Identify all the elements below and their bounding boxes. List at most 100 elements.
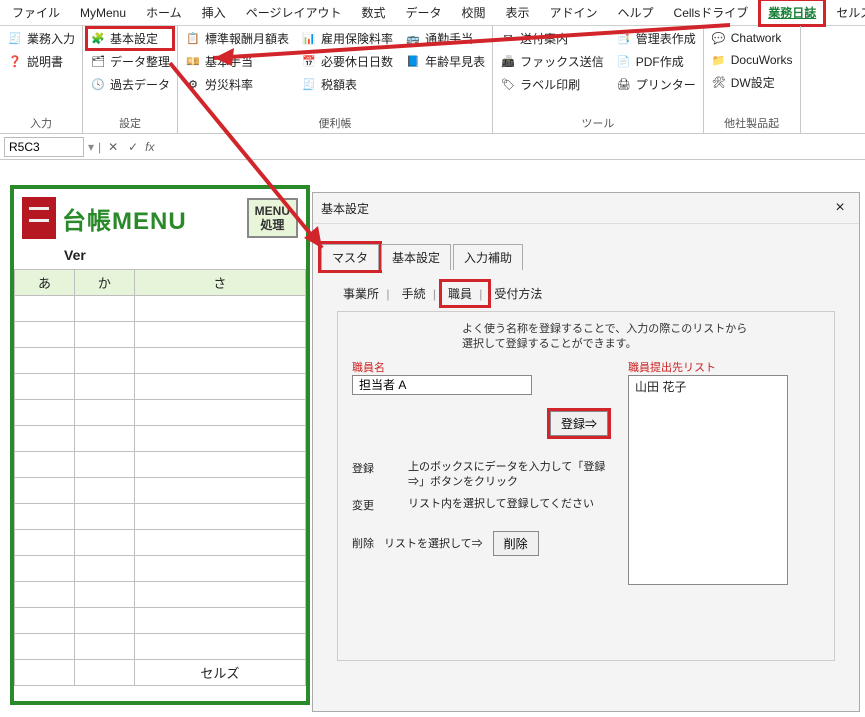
cell[interactable]: セルズ: [134, 660, 305, 686]
cell[interactable]: [134, 478, 305, 504]
cell[interactable]: [74, 608, 134, 634]
column-header[interactable]: さ: [134, 270, 305, 296]
cell[interactable]: [74, 582, 134, 608]
ribbon-button[interactable]: 🏷ラベル印刷: [497, 74, 607, 95]
cell[interactable]: [74, 322, 134, 348]
menu-item[interactable]: データ: [397, 0, 449, 25]
cell[interactable]: [134, 530, 305, 556]
menu-item[interactable]: 数式: [353, 0, 393, 25]
menu-item[interactable]: 表示: [498, 0, 538, 25]
menu-item[interactable]: 校閲: [453, 0, 493, 25]
ribbon-button[interactable]: ❓説明書: [4, 51, 78, 72]
cell[interactable]: [134, 426, 305, 452]
cell[interactable]: [74, 452, 134, 478]
menu-item[interactable]: アドイン: [542, 0, 606, 25]
subtab-staff[interactable]: 職員: [442, 282, 488, 305]
cell[interactable]: [15, 348, 75, 374]
cell[interactable]: [134, 556, 305, 582]
menu-item[interactable]: ヘルプ: [610, 0, 662, 25]
register-button[interactable]: 登録⇒: [550, 411, 608, 436]
ribbon-button[interactable]: 📘年齢早見表: [402, 51, 488, 72]
cell[interactable]: [134, 504, 305, 530]
cell[interactable]: [15, 400, 75, 426]
cell[interactable]: [15, 504, 75, 530]
menu-item[interactable]: 業務日誌: [760, 0, 824, 25]
ribbon-button[interactable]: ✉送付案内: [497, 28, 607, 49]
cell[interactable]: [74, 478, 134, 504]
menu-item[interactable]: 挿入: [194, 0, 234, 25]
cancel-icon[interactable]: ✕: [105, 140, 121, 154]
subtab-reception[interactable]: 受付方法: [488, 282, 552, 305]
cell[interactable]: [15, 478, 75, 504]
cell[interactable]: [74, 634, 134, 660]
cell[interactable]: [74, 530, 134, 556]
namebox-dropdown-icon[interactable]: ▾: [88, 140, 94, 154]
cell[interactable]: [134, 608, 305, 634]
grid-table[interactable]: あかさセルズ: [14, 269, 306, 686]
ribbon-button[interactable]: 📁DocuWorks: [708, 50, 796, 70]
cell[interactable]: [74, 426, 134, 452]
cell[interactable]: [15, 582, 75, 608]
cell[interactable]: [15, 426, 75, 452]
menu-item[interactable]: セルズサポー: [828, 0, 865, 25]
cell[interactable]: [74, 348, 134, 374]
ribbon-button[interactable]: 💬Chatwork: [708, 28, 796, 48]
subtab-office[interactable]: 事業所: [337, 282, 395, 305]
cell[interactable]: [15, 660, 75, 686]
cell[interactable]: [15, 634, 75, 660]
cell[interactable]: [15, 322, 75, 348]
ribbon-button[interactable]: 📋標準報酬月額表: [182, 28, 292, 49]
subtab-procedure[interactable]: 手続: [395, 282, 441, 305]
ribbon-button[interactable]: 📄PDF作成: [613, 51, 699, 72]
cell[interactable]: [15, 296, 75, 322]
cell[interactable]: [15, 556, 75, 582]
cell[interactable]: [74, 296, 134, 322]
ribbon-button[interactable]: 🧾業務入力: [4, 28, 78, 49]
tab-basic-settings[interactable]: 基本設定: [381, 244, 451, 270]
ribbon-button[interactable]: 🚌通勤手当: [402, 28, 488, 49]
ribbon-button[interactable]: 🛠DW設定: [708, 72, 796, 93]
menu-item[interactable]: ページレイアウト: [238, 0, 350, 25]
cell[interactable]: [74, 504, 134, 530]
cell[interactable]: [15, 608, 75, 634]
tab-master[interactable]: マスタ: [321, 244, 379, 270]
cell[interactable]: [15, 530, 75, 556]
ribbon-button[interactable]: 💴基本手当: [182, 51, 292, 72]
menu-process-button[interactable]: MENU処理: [247, 198, 298, 239]
column-header[interactable]: か: [74, 270, 134, 296]
name-box[interactable]: [4, 137, 84, 157]
staff-name-input[interactable]: [352, 375, 532, 395]
ribbon-button[interactable]: 🖨プリンター: [613, 74, 699, 95]
ribbon-button[interactable]: 📊雇用保険料率: [298, 28, 396, 49]
menu-item[interactable]: ホーム: [138, 0, 190, 25]
cell[interactable]: [134, 348, 305, 374]
cell[interactable]: [74, 660, 134, 686]
cell[interactable]: [15, 374, 75, 400]
ribbon-button[interactable]: 🧾税額表: [298, 74, 396, 95]
cell[interactable]: [15, 452, 75, 478]
menu-item[interactable]: ファイル: [4, 0, 68, 25]
menu-item[interactable]: MyMenu: [72, 2, 134, 24]
cell[interactable]: [74, 374, 134, 400]
cell[interactable]: [74, 400, 134, 426]
column-header[interactable]: あ: [15, 270, 75, 296]
ribbon-button[interactable]: 📑管理表作成: [613, 28, 699, 49]
ribbon-button[interactable]: 📠ファックス送信: [497, 51, 607, 72]
cell[interactable]: [134, 582, 305, 608]
ribbon-button[interactable]: 🧩基本設定: [87, 28, 173, 49]
tab-input-assist[interactable]: 入力補助: [453, 244, 523, 270]
staff-list[interactable]: 山田 花子: [628, 375, 788, 585]
cell[interactable]: [134, 634, 305, 660]
ribbon-button[interactable]: 🕓過去データ: [87, 74, 173, 95]
ribbon-button[interactable]: 🗂データ整理: [87, 51, 173, 72]
delete-button[interactable]: 削除: [493, 531, 539, 556]
ribbon-button[interactable]: 📅必要休日日数: [298, 51, 396, 72]
cell[interactable]: [134, 452, 305, 478]
close-icon[interactable]: ×: [829, 197, 851, 219]
cell[interactable]: [134, 400, 305, 426]
list-item[interactable]: 山田 花子: [635, 378, 781, 395]
menu-item[interactable]: Cellsドライブ: [666, 0, 757, 25]
cell[interactable]: [134, 374, 305, 400]
cell[interactable]: [134, 296, 305, 322]
confirm-icon[interactable]: ✓: [125, 140, 141, 154]
